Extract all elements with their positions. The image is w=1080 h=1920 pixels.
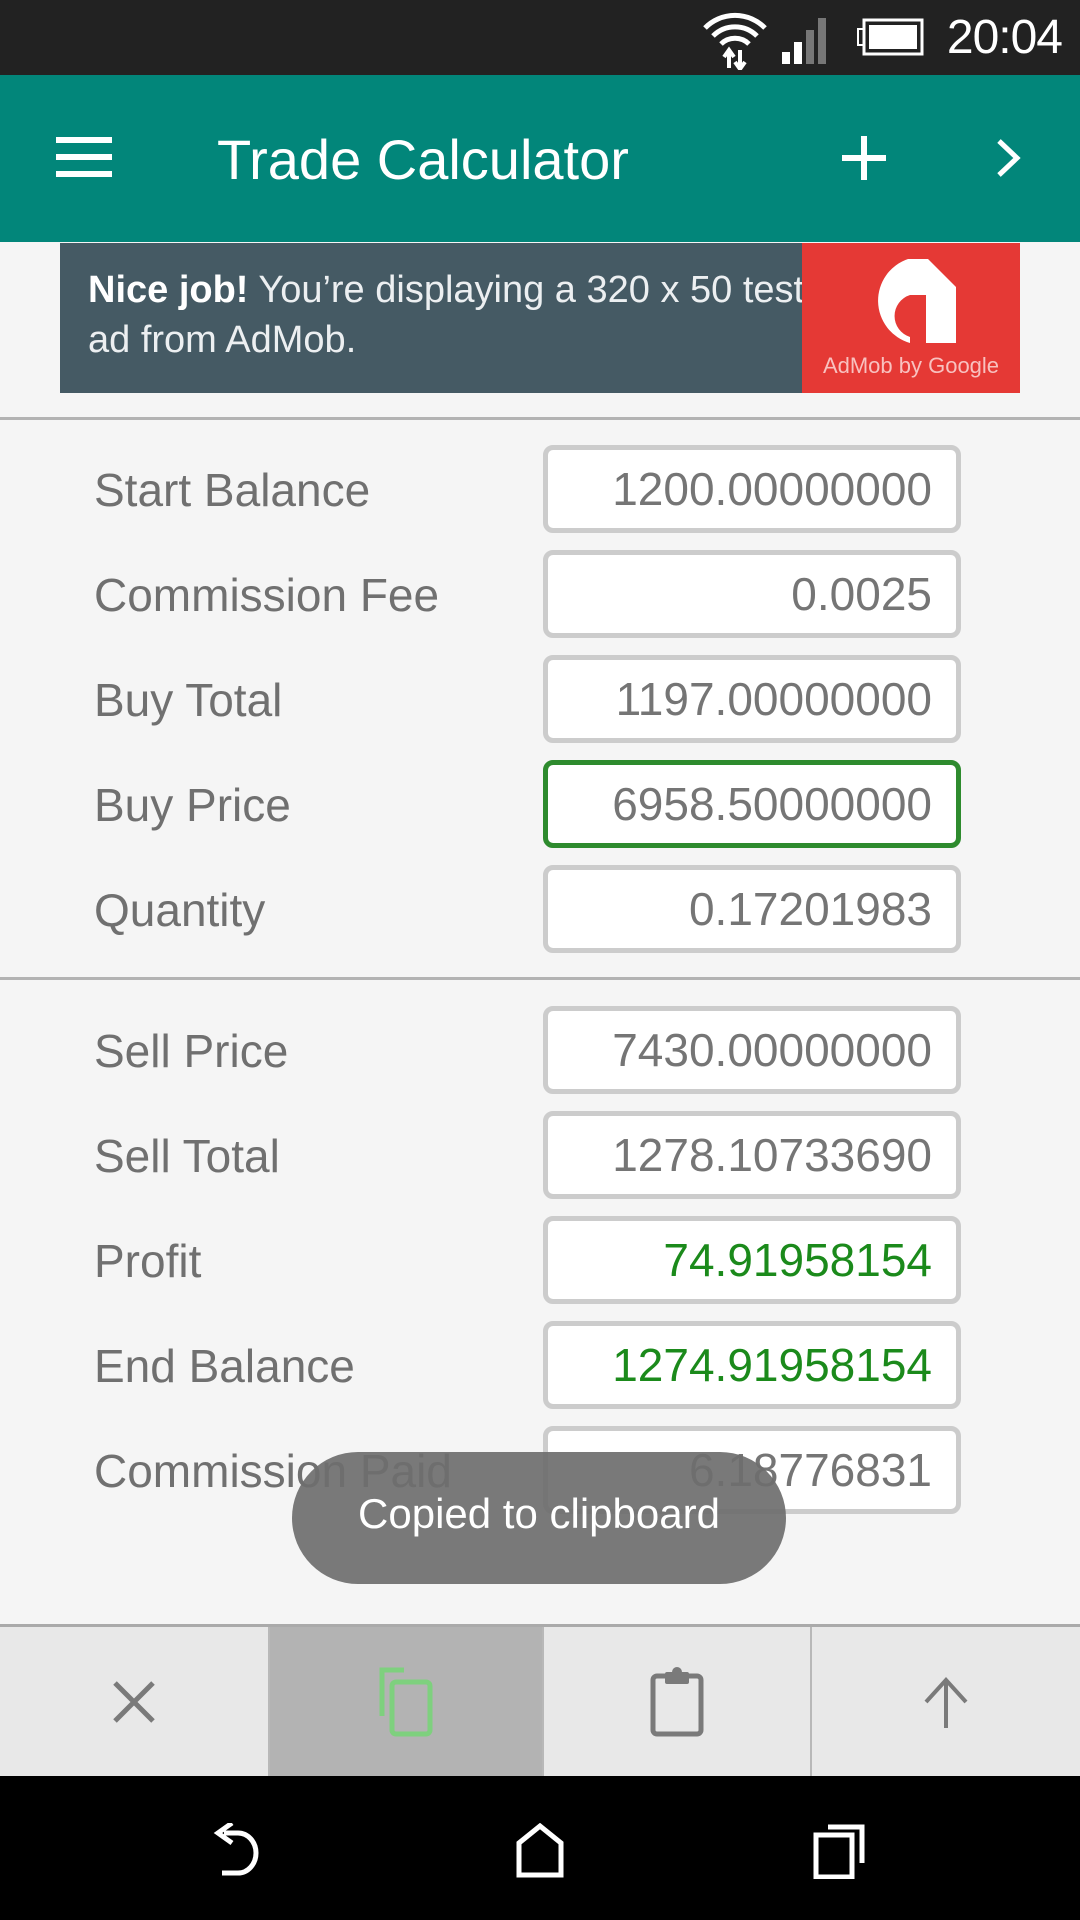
plus-icon: [842, 136, 886, 180]
profit-field[interactable]: [543, 1216, 961, 1304]
app-bar: Trade Calculator: [0, 75, 1080, 242]
row-commission-fee: Commission Fee: [0, 550, 1080, 638]
sell-total-label: Sell Total: [94, 1130, 280, 1182]
clipboard-icon: [650, 1666, 704, 1736]
start-balance-input[interactable]: [548, 450, 956, 528]
row-profit: Profit: [0, 1216, 1080, 1304]
next-button[interactable]: [984, 123, 1034, 193]
recents-icon: [813, 1824, 865, 1879]
copy-icon: [379, 1667, 433, 1736]
quantity-input[interactable]: [548, 870, 956, 948]
end-balance-label: End Balance: [94, 1340, 355, 1392]
add-button[interactable]: [832, 123, 896, 193]
buy-price-input[interactable]: [548, 765, 956, 843]
sell-price-field[interactable]: [543, 1006, 961, 1094]
buy-price-field[interactable]: [543, 760, 961, 848]
close-icon: [113, 1680, 155, 1723]
share-button[interactable]: [812, 1627, 1080, 1776]
row-start-balance: Start Balance: [0, 445, 1080, 533]
buy-total-field[interactable]: [543, 655, 961, 743]
wifi-data-icon: [703, 12, 767, 70]
clock: 20:04: [946, 11, 1063, 64]
row-end-balance: End Balance: [0, 1321, 1080, 1409]
status-bar: 20:04: [0, 0, 1080, 75]
row-quantity: Quantity: [0, 865, 1080, 953]
divider: [0, 417, 1080, 420]
sell-total-input[interactable]: [548, 1116, 956, 1194]
recents-button[interactable]: [780, 1806, 900, 1896]
admob-icon: [878, 259, 956, 343]
paste-button[interactable]: [544, 1627, 810, 1776]
end-balance-field[interactable]: [543, 1321, 961, 1409]
toast-message: Copied to clipboard: [358, 1490, 720, 1537]
navigation-bar: [0, 1776, 1080, 1920]
home-button[interactable]: [480, 1806, 600, 1896]
copy-button[interactable]: [270, 1627, 542, 1776]
arrow-up-icon: [924, 1676, 968, 1728]
back-icon: [213, 1823, 259, 1876]
sell-price-input[interactable]: [548, 1011, 956, 1089]
back-button[interactable]: [180, 1806, 300, 1896]
quantity-label: Quantity: [94, 884, 266, 936]
home-icon: [516, 1823, 564, 1878]
sell-total-field[interactable]: [543, 1111, 961, 1199]
profit-label: Profit: [94, 1235, 202, 1287]
screen: 20:04 Trade Calculator Nice job! You’re …: [0, 0, 1080, 1920]
divider: [0, 977, 1080, 980]
clear-button[interactable]: [0, 1627, 268, 1776]
chevron-right-icon: [997, 139, 1021, 177]
admob-brand: AdMob by Google: [822, 353, 1000, 378]
start-balance-field[interactable]: [543, 445, 961, 533]
ad-banner[interactable]: Nice job! You’re displaying a 320 x 50 t…: [60, 243, 1020, 393]
cell-signal-icon: [782, 18, 826, 64]
buy-total-input[interactable]: [548, 660, 956, 738]
buy-total-label: Buy Total: [94, 674, 283, 726]
app-title: Trade Calculator: [217, 128, 629, 191]
end-balance-input[interactable]: [548, 1326, 956, 1404]
row-buy-total: Buy Total: [0, 655, 1080, 743]
hamburger-menu-icon[interactable]: [56, 137, 112, 177]
admob-logo: AdMob by Google: [802, 243, 1020, 393]
toast: Copied to clipboard: [292, 1452, 786, 1584]
battery-icon: [857, 18, 924, 56]
sell-price-label: Sell Price: [94, 1025, 289, 1077]
commission-fee-label: Commission Fee: [94, 569, 440, 621]
row-sell-price: Sell Price: [0, 1006, 1080, 1094]
row-buy-price: Buy Price: [0, 760, 1080, 848]
start-balance-label: Start Balance: [94, 464, 371, 516]
commission-fee-input[interactable]: [548, 555, 956, 633]
ad-text: Nice job! You’re displaying a 320 x 50 t…: [88, 265, 808, 365]
quantity-field[interactable]: [543, 865, 961, 953]
profit-input[interactable]: [548, 1221, 956, 1299]
commission-fee-field[interactable]: [543, 550, 961, 638]
row-sell-total: Sell Total: [0, 1111, 1080, 1199]
buy-price-label: Buy Price: [94, 779, 291, 831]
bottom-toolbar: [0, 1624, 1080, 1776]
ad-headline: Nice job!: [88, 269, 249, 311]
